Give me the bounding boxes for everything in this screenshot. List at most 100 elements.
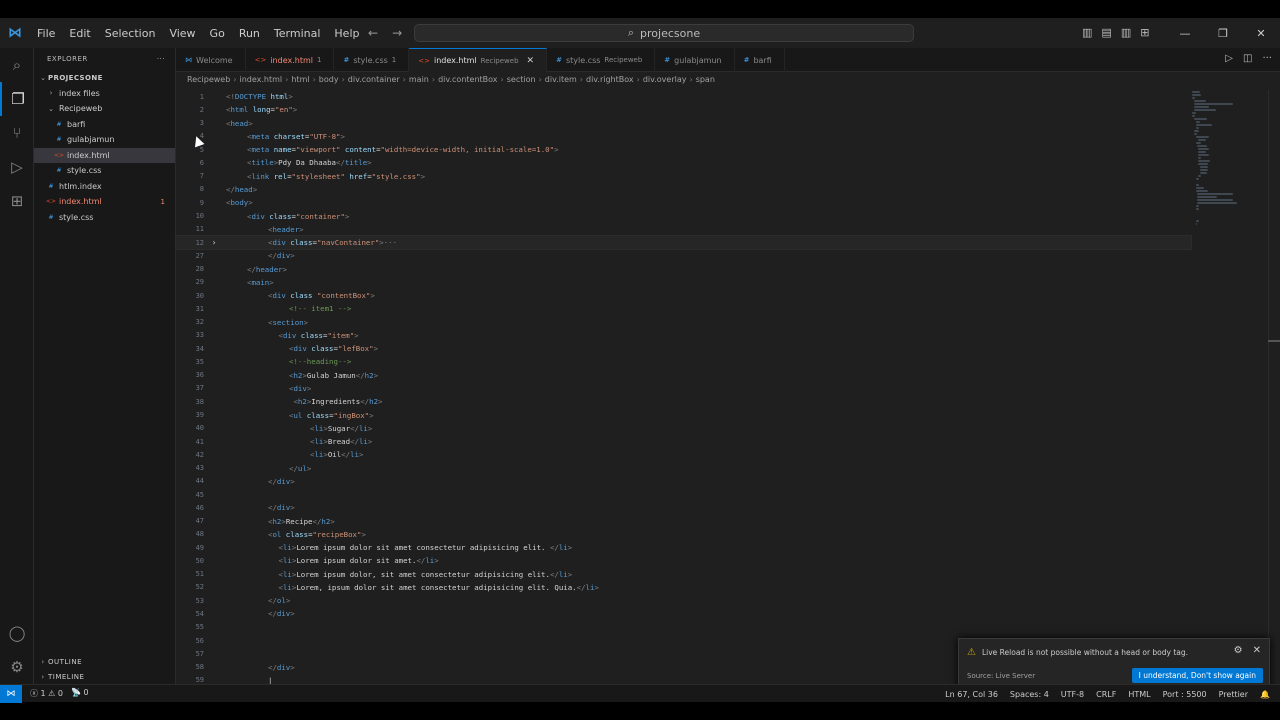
code-token: </ [341,450,351,460]
file-tree-item[interactable]: # htlm.index [34,179,175,195]
workspace-root[interactable]: ⌄ PROJECSONE [34,70,175,86]
line-number: 48 [195,530,204,539]
close-tab-icon[interactable]: ✕ [527,56,535,66]
live-server-port[interactable]: Port : 5500 [1163,690,1207,699]
code-token: long [248,105,271,115]
breadcrumb-item[interactable]: Recipeweb [187,75,230,84]
split-editor-icon[interactable]: ◫ [1243,53,1252,64]
breadcrumb-separator-icon: › [312,75,316,84]
prettier-status[interactable]: Prettier [1219,690,1248,699]
minimap[interactable] [1192,90,1252,240]
code-text: </div> [222,477,295,486]
toggle-secondary-sidebar-icon[interactable]: ▥ [1121,26,1131,39]
extensions-icon[interactable]: ⊞ [0,184,34,218]
file-tree-item[interactable]: <> index.html 1 [34,194,175,210]
forward-arrow-icon[interactable]: → [392,26,416,40]
run-icon[interactable]: ▷ [1225,53,1233,64]
line-number: 12 [195,238,204,247]
code-text: <html long="en"> [222,105,297,114]
menu-item-edit[interactable]: Edit [62,27,97,40]
breadcrumb-item[interactable]: section [507,75,536,84]
timeline-section[interactable]: › TIMELINE [34,669,176,684]
toggle-primary-sidebar-icon[interactable]: ▥ [1082,26,1092,39]
problems-indicator[interactable]: ⓧ 1 ⚠ 0 [30,688,63,699]
remote-indicator-icon[interactable]: ⋈ [0,684,22,703]
tab-style-css[interactable]: # style.css Recipeweb [547,48,656,72]
breadcrumb-item[interactable]: div.overlay [643,75,687,84]
tab-index-html[interactable]: <> index.html 1 [246,48,335,72]
breadcrumb-item[interactable]: div.item [545,75,577,84]
ports-indicator[interactable]: 📡 0 [71,688,89,699]
file-tree-item[interactable]: # gulabjamun [34,132,175,148]
encoding[interactable]: UTF-8 [1061,690,1084,699]
file-tree-item[interactable]: <> index.html [34,147,175,163]
account-icon[interactable]: ◯ [0,616,34,650]
breadcrumb-item[interactable]: span [696,75,715,84]
notification-close-icon[interactable]: ✕ [1253,645,1261,656]
explorer-icon[interactable]: ❐ [0,82,34,116]
breadcrumb-item[interactable]: index.html [240,75,283,84]
file-tree-item[interactable]: # style.css [34,163,175,179]
file-tree-item[interactable]: ⌄ Recipeweb [34,101,175,117]
dont-show-again-button[interactable]: I understand, Don't show again [1131,668,1263,683]
restore-icon[interactable]: ❐ [1204,18,1242,48]
minimize-icon[interactable]: — [1166,18,1204,48]
menu-item-file[interactable]: File [30,27,62,40]
tab-barfi[interactable]: # barfi [735,48,785,72]
menu-item-selection[interactable]: Selection [98,27,163,40]
breadcrumb-item[interactable]: div.contentBox [438,75,497,84]
source-control-icon[interactable]: ⑂ [0,116,34,150]
fold-chevron-icon[interactable]: › [206,238,222,247]
code-line: 38 <h2>Ingredients</h2> [176,395,1191,408]
tab-welcome[interactable]: ⋈ Welcome [176,48,246,72]
menu-item-run[interactable]: Run [232,27,267,40]
menu-item-view[interactable]: View [162,27,202,40]
cursor-position[interactable]: Ln 67, Col 36 [945,690,998,699]
language-mode[interactable]: HTML [1128,690,1150,699]
gear-icon[interactable]: ⚙ [0,650,34,684]
more-actions-icon[interactable]: ··· [157,55,165,63]
code-editor[interactable]: 1 <!DOCTYPE html> 2 <html long="en"> 3 <head>… [175,90,1192,685]
line-number: 27 [195,251,204,260]
editor-scrollbar[interactable] [1268,90,1280,684]
breadcrumb-item[interactable]: main [409,75,429,84]
minimap-line [1196,178,1200,180]
run-debug-icon[interactable]: ▷ [0,150,34,184]
back-arrow-icon[interactable]: ← [368,26,392,40]
indentation[interactable]: Spaces: 4 [1010,690,1049,699]
outline-section[interactable]: › OUTLINE [34,654,176,669]
code-line: 50 <li>Lorem ipsum dolor sit amet.</li> [176,554,1191,567]
code-line: 41 <li>Bread</li> [176,435,1191,448]
file-tree-item[interactable]: # barfi [34,117,175,133]
breadcrumb-item[interactable]: html [291,75,309,84]
menu-item-help[interactable]: Help [327,27,366,40]
code-token: head [230,118,249,128]
file-tree-item[interactable]: › index files [34,86,175,102]
search-icon[interactable]: ⌕ [0,48,34,82]
notification-settings-icon[interactable]: ⚙ [1234,645,1243,656]
end-of-line[interactable]: CRLF [1096,690,1116,699]
warning-icon: ⚠ [967,647,976,658]
tab-gulabjamun[interactable]: # gulabjamun [655,48,735,72]
tab-index-html[interactable]: <> index.html Recipeweb ✕ [409,48,548,72]
file-tree-item[interactable]: # style.css [34,210,175,226]
code-text: <body> [222,198,253,207]
code-line: 51 <li>Lorem ipsum dolor, sit amet consec… [176,568,1191,581]
customize-layout-icon[interactable]: ⊞ [1140,26,1149,39]
menu-item-go[interactable]: Go [203,27,232,40]
more-actions-icon[interactable]: ··· [1262,53,1272,64]
tab-style-css[interactable]: # style.css 1 [334,48,410,72]
breadcrumb-item[interactable]: div.container [348,75,400,84]
command-center[interactable]: ⌕ projecsone [414,24,914,42]
menu-item-terminal[interactable]: Terminal [267,27,328,40]
nav-arrows[interactable]: ←→ [368,26,416,40]
css-file-icon: # [48,213,54,221]
breadcrumb-item[interactable]: body [319,75,339,84]
toggle-panel-icon[interactable]: ▤ [1101,26,1111,39]
code-text: <head> [222,119,253,128]
code-line: 42 <li>Oil</li> [176,448,1191,461]
scrollbar-thumb[interactable] [1268,340,1280,342]
breadcrumb-item[interactable]: div.rightBox [586,75,634,84]
close-window-icon[interactable]: ✕ [1242,18,1280,48]
notifications-bell-icon[interactable]: 🔔 [1260,690,1270,699]
